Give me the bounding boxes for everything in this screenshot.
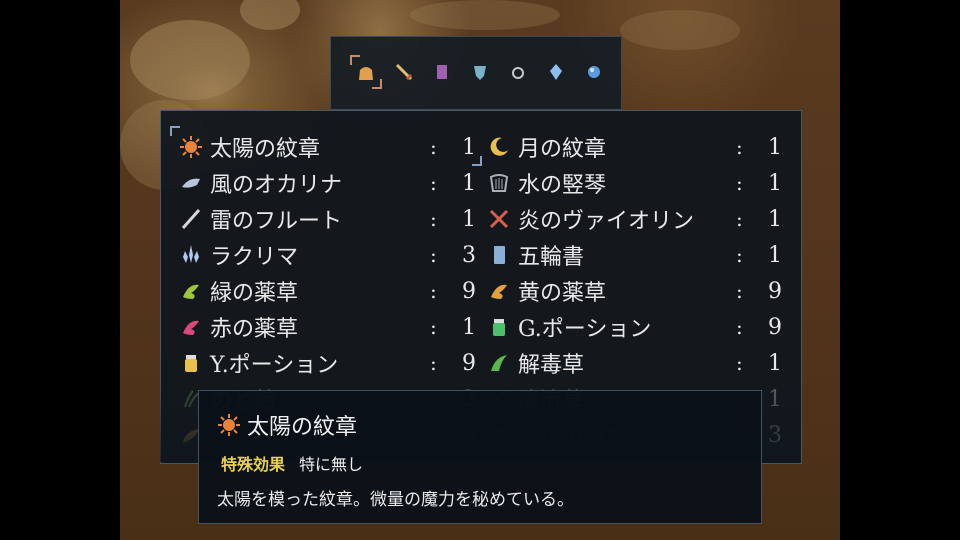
crystal-cluster-icon <box>178 242 204 268</box>
item-name: 五輪書 <box>518 245 585 270</box>
bag-icon <box>359 67 373 80</box>
item-quantity: 1 <box>462 170 476 196</box>
red-herb-icon <box>178 314 204 340</box>
inventory-item[interactable]: ラクリマ: 3 <box>178 237 476 273</box>
item-separator: : <box>736 351 743 375</box>
sun-emblem-icon <box>178 134 204 160</box>
item-name: 水の竪琴 <box>518 173 607 198</box>
antidote-herb-icon <box>486 350 512 376</box>
item-quantity: 1 <box>462 134 476 160</box>
armor-icon <box>437 65 447 79</box>
category-tabs <box>350 52 610 92</box>
item-name: 黄の薬草 <box>518 281 607 306</box>
crystal-icon <box>550 64 562 80</box>
item-quantity: 9 <box>768 314 782 340</box>
sun-emblem-icon <box>215 411 243 439</box>
item-separator: : <box>430 315 437 339</box>
item-separator: : <box>736 279 743 303</box>
inventory-item[interactable]: G.ポーション: 9 <box>486 309 782 345</box>
green-potion-icon <box>486 314 512 340</box>
item-name: 風のオカリナ <box>210 173 343 198</box>
item-separator: : <box>736 243 743 267</box>
item-separator: : <box>430 135 437 159</box>
detail-item-name: 太陽の紋章 <box>247 415 358 440</box>
inventory-item[interactable]: Y.ポーション: 9 <box>178 345 476 381</box>
violin-icon <box>486 206 512 232</box>
book-icon <box>486 242 512 268</box>
shield-icon <box>474 66 486 80</box>
item-separator: : <box>430 171 437 195</box>
item-name: Y.ポーション <box>210 353 339 378</box>
detail-title: 太陽の紋章 <box>215 409 357 441</box>
item-quantity: 9 <box>462 278 476 304</box>
item-name: 赤の薬草 <box>210 317 299 342</box>
item-quantity: 9 <box>462 350 476 376</box>
item-name: 雷のフルート <box>210 209 343 234</box>
item-quantity: 3 <box>462 242 476 268</box>
item-separator: : <box>736 135 743 159</box>
effect-value: 特に無し <box>299 455 364 474</box>
tab-accessories[interactable] <box>502 55 534 89</box>
item-detail-panel: 太陽の紋章 特殊効果 特に無し 太陽を模った紋章。微量の魔力を秘めている。 <box>198 390 762 524</box>
tab-gems[interactable] <box>540 55 572 89</box>
tab-items[interactable] <box>350 55 382 89</box>
item-quantity: 1 <box>768 206 782 232</box>
inventory-item[interactable]: 赤の薬草: 1 <box>178 309 476 345</box>
item-name: 炎のヴァイオリン <box>518 209 695 234</box>
yellow-herb-icon <box>486 278 512 304</box>
detail-description: 太陽を模った紋章。微量の魔力を秘めている。 <box>217 490 574 510</box>
tab-weapons[interactable] <box>388 55 420 89</box>
inventory-item[interactable]: 雷のフルート: 1 <box>178 201 476 237</box>
item-quantity: 1 <box>768 134 782 160</box>
item-separator: : <box>430 279 437 303</box>
inventory-item[interactable]: 炎のヴァイオリン: 1 <box>486 201 782 237</box>
yellow-potion-icon <box>178 350 204 376</box>
inventory-item[interactable]: 水の竪琴: 1 <box>486 165 782 201</box>
inventory-item[interactable]: 解毒草: 1 <box>486 345 782 381</box>
harp-icon <box>486 170 512 196</box>
item-quantity: 1 <box>768 242 782 268</box>
item-separator: : <box>736 207 743 231</box>
item-name: ラクリマ <box>210 245 299 270</box>
inventory-item[interactable]: 太陽の紋章: 1 <box>178 129 476 165</box>
orb-icon <box>588 66 600 78</box>
inventory-item[interactable]: 五輪書: 1 <box>486 237 782 273</box>
item-separator: : <box>736 171 743 195</box>
item-name: 月の紋章 <box>518 137 607 162</box>
inventory-item[interactable]: 緑の薬草: 9 <box>178 273 476 309</box>
moon-emblem-icon <box>486 134 512 160</box>
flute-icon <box>178 206 204 232</box>
item-quantity: 9 <box>768 278 782 304</box>
green-herb-icon <box>178 278 204 304</box>
item-quantity: 1 <box>768 170 782 196</box>
effect-label: 特殊効果 <box>221 455 286 474</box>
item-separator: : <box>430 351 437 375</box>
item-separator: : <box>736 315 743 339</box>
item-quantity: 1 <box>462 314 476 340</box>
item-quantity: 1 <box>768 350 782 376</box>
inventory-item[interactable]: 黄の薬草: 9 <box>486 273 782 309</box>
ring-icon <box>512 67 524 79</box>
item-separator: : <box>430 243 437 267</box>
item-name: G.ポーション <box>518 317 652 342</box>
item-name: 解毒草 <box>518 353 585 378</box>
sword-icon <box>395 63 413 81</box>
tab-orbs[interactable] <box>578 55 610 89</box>
item-name: 太陽の紋章 <box>210 137 321 162</box>
item-quantity: 1 <box>462 206 476 232</box>
detail-effect: 特殊効果 特に無し <box>221 451 363 475</box>
inventory-item[interactable]: 月の紋章: 1 <box>486 129 782 165</box>
tab-shields[interactable] <box>464 55 496 89</box>
item-name: 緑の薬草 <box>210 281 299 306</box>
ocarina-icon <box>178 170 204 196</box>
inventory-item[interactable]: 風のオカリナ: 1 <box>178 165 476 201</box>
tab-armor[interactable] <box>426 55 458 89</box>
item-separator: : <box>430 207 437 231</box>
